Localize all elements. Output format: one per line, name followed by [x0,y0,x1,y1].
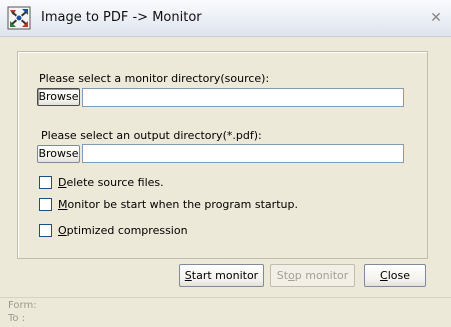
monitor-startup-checkbox[interactable] [39,198,52,211]
stop-monitor-text: p monitor [294,269,349,282]
monitor-startup-label[interactable]: Monitor be start when the program startu… [58,198,298,211]
output-directory-input[interactable] [82,144,404,163]
stop-monitor-pre: St [276,269,289,282]
stop-monitor-accel: o [288,269,295,282]
stop-monitor-button[interactable]: Stop monitor [270,264,355,287]
delete-source-text: elete source files. [66,176,164,189]
optimized-compression-accel: O [58,224,67,237]
source-directory-label: Please select a monitor directory(source… [39,72,270,85]
close-text: lose [387,269,410,282]
optimized-compression-text: ptimized compression [66,224,188,237]
status-to-label: To : [8,313,26,324]
status-from-label: Form: [8,300,37,311]
source-browse-button[interactable]: Browse [37,88,80,106]
close-button[interactable]: Close [364,264,426,287]
monitor-startup-accel: M [58,198,68,211]
app-icon [7,6,31,30]
optimized-compression-checkbox[interactable] [39,224,52,237]
start-monitor-text: tart monitor [191,269,259,282]
title-bar: Image to PDF -> Monitor ✕ [0,0,451,37]
close-icon[interactable]: ✕ [428,10,444,26]
window-title: Image to PDF -> Monitor [41,10,202,25]
delete-source-checkbox[interactable] [39,176,52,189]
close-accel: C [380,269,388,282]
status-bar: Form: To : [0,297,451,327]
start-monitor-accel: S [184,269,192,282]
optimized-compression-label[interactable]: Optimized compression [58,224,188,237]
source-directory-input[interactable] [82,88,404,107]
start-monitor-button[interactable]: Start monitor [179,264,264,287]
output-browse-button[interactable]: Browse [37,145,80,163]
delete-source-label[interactable]: Delete source files. [58,176,164,189]
monitor-startup-text: onitor be start when the program startup… [67,198,298,211]
output-directory-label: Please select an output directory(*.pdf)… [41,129,262,142]
